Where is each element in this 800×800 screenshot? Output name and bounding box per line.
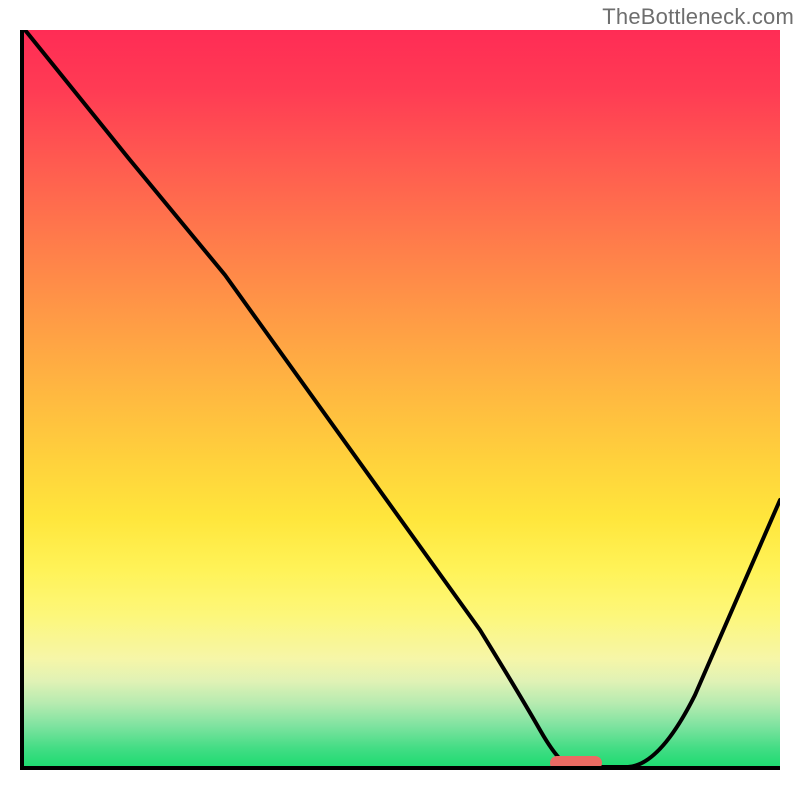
bottleneck-curve [25,30,780,767]
curve-svg [20,30,780,770]
plot-area [20,30,780,770]
chart-container: TheBottleneck.com [0,0,800,800]
y-axis [20,30,24,770]
x-axis [20,766,780,770]
watermark-text: TheBottleneck.com [602,4,794,30]
